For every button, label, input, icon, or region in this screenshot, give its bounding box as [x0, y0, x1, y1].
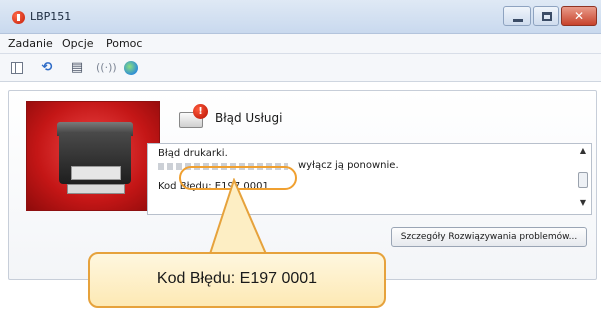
window-title: LBP151	[30, 10, 72, 23]
callout-text: Kod Błędu: E197 0001	[156, 270, 318, 287]
error-app-icon	[12, 11, 25, 24]
message-line-2: wyłącz ją ponownie.	[298, 160, 399, 171]
scroll-up-icon[interactable]: ▲	[577, 146, 589, 158]
title-bar[interactable]: LBP151 ✕	[0, 0, 601, 34]
maximize-icon	[542, 12, 552, 21]
wireless-icon[interactable]: ((·))	[96, 60, 117, 76]
callout-pointer	[208, 178, 268, 255]
toolbar: ⟲ ▤ ((·))	[0, 54, 601, 82]
printer-image	[26, 101, 160, 211]
menu-zadanie[interactable]: Zadanie	[8, 37, 53, 50]
message-line-1: Błąd drukarki.	[158, 148, 228, 159]
scroll-thumb[interactable]	[578, 172, 588, 188]
close-icon: ✕	[573, 9, 585, 23]
printer-error-icon: !	[179, 104, 209, 130]
maximize-button[interactable]	[533, 6, 559, 26]
minimize-icon	[513, 19, 523, 22]
printer-info-icon[interactable]: ▤	[69, 60, 85, 76]
scroll-down-icon[interactable]: ▼	[577, 198, 589, 210]
error-code-callout: Kod Błędu: E197 0001	[88, 252, 386, 308]
menu-opcje[interactable]: Opcje	[62, 37, 94, 50]
close-button[interactable]: ✕	[561, 6, 597, 26]
menu-bar: Zadanie Opcje Pomoc	[0, 34, 601, 54]
status-title: Błąd Usługi	[215, 111, 283, 125]
refresh-icon[interactable]: ⟲	[39, 60, 55, 76]
message-scrollbar[interactable]: ▲ ▼	[577, 146, 589, 212]
menu-pomoc[interactable]: Pomoc	[106, 37, 142, 50]
printer-status-window: LBP151 ✕ Zadanie Opcje Pomoc ⟲ ▤ ((·)) !…	[0, 0, 601, 327]
globe-icon[interactable]	[123, 60, 139, 76]
minimize-button[interactable]	[503, 6, 531, 26]
queue-icon[interactable]	[9, 60, 25, 76]
troubleshooting-details-button[interactable]: Szczegóły Rozwiązywania problemów...	[391, 227, 587, 247]
